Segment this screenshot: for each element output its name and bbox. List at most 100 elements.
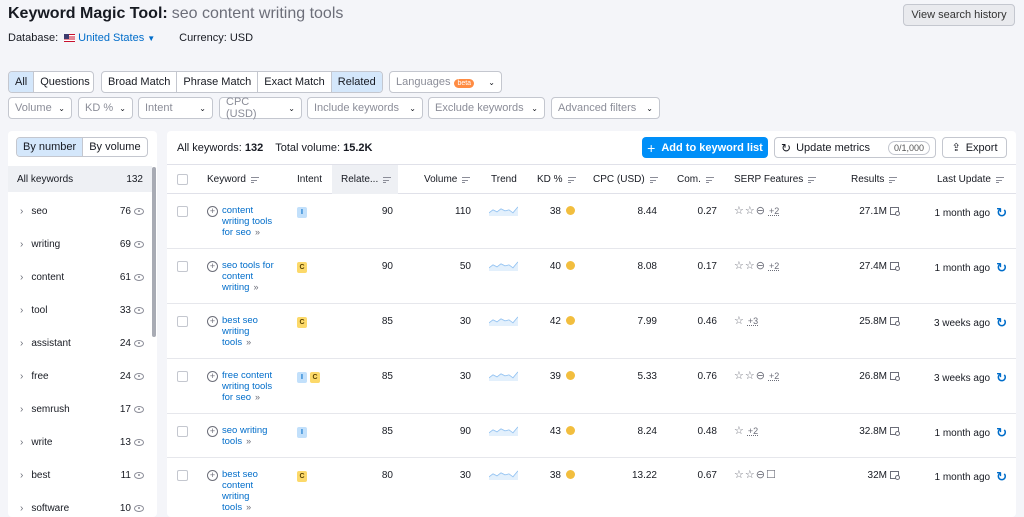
group-item[interactable]: › best 11: [8, 462, 152, 488]
row-checkbox[interactable]: [177, 261, 188, 272]
add-keyword-icon[interactable]: +: [207, 371, 218, 382]
serp-more-link[interactable]: +2: [769, 261, 779, 271]
tab-exact-match[interactable]: Exact Match: [258, 72, 332, 92]
keyword-link[interactable]: seo writing tools»: [222, 425, 280, 447]
serp-snapshot-icon[interactable]: [890, 207, 900, 216]
serp-snapshot-icon[interactable]: [890, 471, 900, 480]
group-item[interactable]: › tool 33: [8, 297, 152, 323]
serp-snapshot-icon[interactable]: [890, 262, 900, 271]
group-item[interactable]: › seo 76: [8, 198, 152, 224]
chevron-right-icon[interactable]: ›: [20, 404, 23, 415]
row-checkbox[interactable]: [177, 470, 188, 481]
row-checkbox[interactable]: [177, 426, 188, 437]
tab-broad-match[interactable]: Broad Match: [102, 72, 178, 92]
chevron-right-icon[interactable]: ›: [20, 239, 23, 250]
refresh-icon[interactable]: ↻: [996, 315, 1007, 330]
all-keywords-item[interactable]: All keywords 132: [8, 166, 152, 192]
group-item[interactable]: › semrush 17: [8, 396, 152, 422]
tab-phrase-match[interactable]: Phrase Match: [177, 72, 259, 92]
filter-kd[interactable]: KD % ⌄: [78, 97, 133, 119]
chevron-right-icon[interactable]: ›: [20, 338, 23, 349]
filter-exclude-keywords[interactable]: Exclude keywords ⌄: [428, 97, 545, 119]
export-button[interactable]: ⇪ Export: [942, 137, 1007, 158]
filter-intent[interactable]: Intent ⌄: [138, 97, 213, 119]
serp-snapshot-icon[interactable]: [890, 427, 900, 436]
col-volume[interactable]: Volume: [424, 165, 471, 194]
double-chevron-icon[interactable]: »: [246, 436, 251, 446]
add-keyword-icon[interactable]: +: [207, 206, 218, 217]
add-keyword-icon[interactable]: +: [207, 426, 218, 437]
filter-cpc[interactable]: CPC (USD) ⌄: [219, 96, 302, 120]
col-cpc[interactable]: CPC (USD): [593, 165, 658, 194]
keyword-link[interactable]: best seo writing tools»: [222, 315, 280, 348]
keyword-link[interactable]: seo tools for content writing»: [222, 260, 280, 293]
languages-dropdown[interactable]: Languages beta ⌄: [389, 71, 502, 93]
row-checkbox[interactable]: [177, 206, 188, 217]
keyword-link[interactable]: content writing tools for seo»: [222, 205, 280, 238]
double-chevron-icon[interactable]: »: [255, 392, 260, 402]
eye-icon[interactable]: [134, 240, 144, 248]
serp-snapshot-icon[interactable]: [890, 317, 900, 326]
double-chevron-icon[interactable]: »: [253, 282, 258, 292]
by-number-button[interactable]: By number: [17, 138, 84, 156]
serp-more-link[interactable]: +3: [748, 316, 758, 326]
chevron-right-icon[interactable]: ›: [20, 437, 23, 448]
col-keyword[interactable]: Keyword: [207, 165, 259, 194]
tab-all[interactable]: All: [9, 72, 35, 92]
refresh-icon[interactable]: ↻: [996, 425, 1007, 440]
group-item[interactable]: › writing 69: [8, 231, 152, 257]
double-chevron-icon[interactable]: »: [246, 337, 251, 347]
update-metrics-button[interactable]: ↻ Update metrics 0/1,000: [774, 137, 936, 158]
eye-icon[interactable]: [134, 504, 144, 512]
keyword-link[interactable]: best seo content writing tools»: [222, 469, 280, 513]
view-search-history-button[interactable]: View search history: [903, 4, 1015, 26]
add-keyword-icon[interactable]: +: [207, 470, 218, 481]
row-checkbox[interactable]: [177, 316, 188, 327]
col-serp-features[interactable]: SERP Features: [734, 165, 817, 194]
eye-icon[interactable]: [134, 306, 144, 314]
row-checkbox[interactable]: [177, 371, 188, 382]
group-item[interactable]: › software 10: [8, 495, 152, 517]
eye-icon[interactable]: [134, 372, 144, 380]
add-keyword-icon[interactable]: +: [207, 261, 218, 272]
group-item[interactable]: › free 24: [8, 363, 152, 389]
filter-volume[interactable]: Volume ⌄: [8, 97, 72, 119]
col-competition[interactable]: Com.: [677, 165, 714, 194]
tab-questions[interactable]: Questions: [34, 72, 93, 92]
select-all-checkbox[interactable]: [177, 174, 188, 185]
chevron-down-icon[interactable]: ▼: [147, 34, 155, 43]
database-select[interactable]: United States: [78, 32, 144, 44]
scrollbar[interactable]: [152, 167, 156, 337]
by-volume-button[interactable]: By volume: [83, 138, 146, 156]
refresh-icon[interactable]: ↻: [996, 260, 1007, 275]
chevron-right-icon[interactable]: ›: [20, 305, 23, 316]
eye-icon[interactable]: [134, 339, 144, 347]
col-last-update[interactable]: Last Update: [937, 165, 1004, 194]
filter-advanced[interactable]: Advanced filters ⌄: [551, 97, 660, 119]
refresh-icon[interactable]: ↻: [996, 205, 1007, 220]
col-related[interactable]: Relate...: [332, 165, 398, 194]
chevron-right-icon[interactable]: ›: [20, 371, 23, 382]
double-chevron-icon[interactable]: »: [246, 502, 251, 512]
col-intent[interactable]: Intent: [297, 165, 322, 194]
chevron-right-icon[interactable]: ›: [20, 503, 23, 514]
chevron-right-icon[interactable]: ›: [20, 206, 23, 217]
chevron-right-icon[interactable]: ›: [20, 470, 23, 481]
chevron-right-icon[interactable]: ›: [20, 272, 23, 283]
eye-icon[interactable]: [134, 405, 144, 413]
refresh-icon[interactable]: ↻: [996, 370, 1007, 385]
eye-icon[interactable]: [134, 438, 144, 446]
eye-icon[interactable]: [134, 207, 144, 215]
tab-related[interactable]: Related: [331, 72, 382, 92]
serp-more-link[interactable]: +2: [748, 426, 758, 436]
col-results[interactable]: Results: [851, 165, 898, 194]
col-kd[interactable]: KD %: [537, 165, 576, 194]
group-item[interactable]: › write 13: [8, 429, 152, 455]
eye-icon[interactable]: [134, 471, 144, 479]
add-keyword-icon[interactable]: +: [207, 316, 218, 327]
serp-more-link[interactable]: +2: [769, 371, 779, 381]
serp-snapshot-icon[interactable]: [890, 372, 900, 381]
group-item[interactable]: › content 61: [8, 264, 152, 290]
serp-more-link[interactable]: +2: [769, 206, 779, 216]
eye-icon[interactable]: [134, 273, 144, 281]
